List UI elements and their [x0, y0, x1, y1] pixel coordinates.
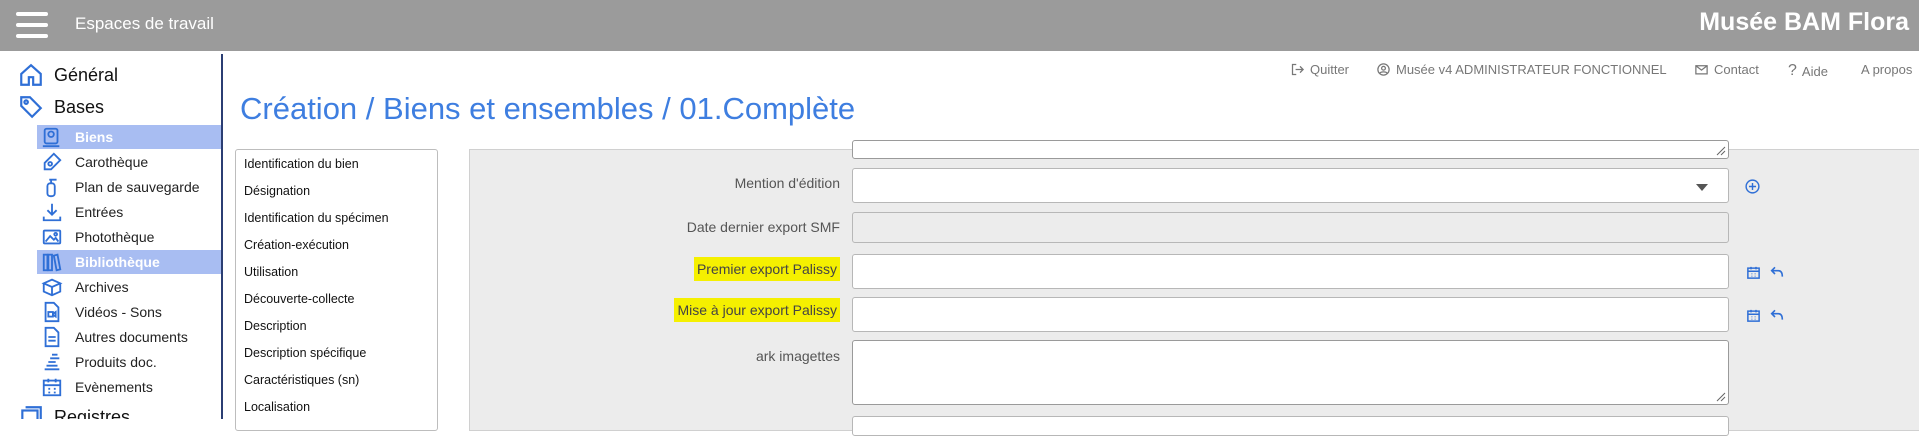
- maj-export-label: Mise à jour export Palissy: [674, 298, 840, 322]
- image-icon: [42, 229, 62, 245]
- mention-edition-select[interactable]: [852, 168, 1729, 203]
- undo-icon[interactable]: [1768, 307, 1786, 323]
- workspaces-link[interactable]: Espaces de travail: [75, 14, 214, 34]
- logout-icon: [1291, 63, 1305, 76]
- help-link[interactable]: ? Aide: [1788, 62, 1828, 80]
- sidebar-item-label: Carothèque: [75, 154, 149, 170]
- next-field[interactable]: [852, 416, 1729, 436]
- person-badge-icon: [42, 127, 60, 148]
- about-label: A propos: [1861, 62, 1913, 77]
- document-icon: [44, 326, 60, 348]
- sidebar-item-label: Plan de sauvegarde: [75, 179, 200, 195]
- date-export-smf-label: Date dernier export SMF: [686, 219, 840, 235]
- download-icon: [42, 203, 62, 222]
- resize-handle-icon[interactable]: [1714, 390, 1726, 402]
- chevron-down-icon: [1696, 184, 1708, 191]
- books-icon: [42, 253, 62, 272]
- sidebar-item-plan-sauvegarde[interactable]: Plan de sauvegarde: [37, 175, 221, 199]
- tab-designation[interactable]: Désignation: [244, 184, 310, 198]
- undo-icon[interactable]: [1768, 264, 1786, 280]
- registers-icon: [21, 406, 42, 419]
- maj-export-input[interactable]: [852, 297, 1729, 332]
- tab-localisation[interactable]: Localisation: [244, 400, 310, 414]
- calendar-icon: [42, 378, 62, 397]
- mention-edition-label: Mention d'édition: [734, 175, 840, 191]
- previous-textarea[interactable]: [852, 140, 1729, 159]
- sidebar-item-produits-doc[interactable]: Produits doc.: [37, 350, 221, 374]
- sidebar-item-autres-documents[interactable]: Autres documents: [37, 325, 221, 349]
- sidebar-item-label: Bibliothèque: [75, 254, 160, 270]
- question-icon: ?: [1788, 62, 1797, 79]
- premier-export-input[interactable]: [852, 254, 1729, 289]
- sidebar-item-label: Entrées: [75, 204, 124, 220]
- sidebar-item-label: Biens: [75, 129, 114, 145]
- sidebar-item-label: Archives: [75, 279, 129, 295]
- resize-handle-icon[interactable]: [1714, 144, 1726, 156]
- ark-imagettes-textarea[interactable]: [852, 340, 1729, 405]
- tag-icon: [20, 96, 43, 119]
- sidebar-item-phototheque[interactable]: Photothèque: [37, 225, 221, 249]
- open-box-icon: [41, 278, 63, 297]
- sidebar-item-label: Autres documents: [75, 329, 188, 345]
- sidebar-general-label: Général: [54, 64, 119, 85]
- sidebar-registres[interactable]: Registres: [18, 402, 130, 419]
- sidebar-registres-label: Registres: [54, 406, 131, 420]
- tab-creation-execution[interactable]: Création-exécution: [244, 238, 349, 252]
- home-icon: [20, 63, 42, 86]
- tab-decouverte-collecte[interactable]: Découverte-collecte: [244, 292, 354, 306]
- section-tabs: Identification du bien Désignation Ident…: [235, 149, 438, 431]
- add-circle-icon[interactable]: [1744, 178, 1761, 195]
- quit-label: Quitter: [1310, 62, 1350, 77]
- contact-label: Contact: [1714, 62, 1759, 77]
- sidebar-item-archives[interactable]: Archives: [37, 275, 221, 299]
- sidebar-item-label: Evènements: [75, 379, 153, 395]
- premier-export-label: Premier export Palissy: [693, 257, 840, 281]
- pen-nib-icon: [43, 152, 62, 171]
- tab-identification-specimen[interactable]: Identification du spécimen: [244, 211, 389, 225]
- top-bar: Espaces de travail Musée BAM Flora: [0, 0, 1919, 51]
- contact-link[interactable]: Contact: [1694, 62, 1759, 77]
- sidebar-general[interactable]: Général: [18, 60, 118, 90]
- quit-link[interactable]: Quitter: [1290, 62, 1349, 77]
- user-circle-icon: [1377, 63, 1390, 76]
- extinguisher-icon: [46, 178, 57, 198]
- tab-description[interactable]: Description: [244, 319, 307, 333]
- date-export-smf-field: [852, 212, 1729, 243]
- help-label: Aide: [1801, 63, 1828, 79]
- sidebar-item-label: Vidéos - Sons: [75, 304, 162, 320]
- tab-utilisation[interactable]: Utilisation: [244, 265, 298, 279]
- user-link[interactable]: Musée v4 ADMINISTRATEUR FONCTIONNEL: [1376, 62, 1667, 77]
- calendar-icon[interactable]: [1746, 308, 1761, 323]
- sidebar: Général Bases Biens Carothèque Plan de s…: [4, 54, 223, 419]
- sidebar-bases-label: Bases: [54, 96, 105, 117]
- app-title: Musée BAM Flora: [1699, 8, 1909, 36]
- stack-icon: [44, 353, 60, 371]
- page-title: Création / Biens et ensembles / 01.Compl…: [240, 91, 856, 126]
- form-panel: Mention d'édition Date dernier export SM…: [469, 140, 1919, 436]
- sidebar-item-label: Photothèque: [75, 229, 155, 245]
- sidebar-item-carotheque[interactable]: Carothèque: [37, 150, 221, 174]
- menu-icon[interactable]: [14, 10, 52, 40]
- sidebar-item-label: Produits doc.: [75, 354, 157, 370]
- about-link[interactable]: A propos: [1861, 62, 1912, 77]
- sidebar-item-bibliotheque[interactable]: Bibliothèque: [37, 250, 221, 274]
- calendar-icon[interactable]: [1746, 265, 1761, 280]
- video-file-icon: [44, 301, 60, 323]
- tab-caracteristiques[interactable]: Caractéristiques (sn): [244, 373, 359, 387]
- ark-imagettes-label: ark imagettes: [755, 348, 840, 364]
- sidebar-item-videos-sons[interactable]: Vidéos - Sons: [37, 300, 221, 324]
- envelope-icon: [1695, 65, 1708, 75]
- sidebar-item-entrees[interactable]: Entrées: [37, 200, 221, 224]
- sidebar-bases[interactable]: Bases: [18, 92, 104, 122]
- sidebar-item-biens[interactable]: Biens: [37, 125, 221, 149]
- tab-description-specifique[interactable]: Description spécifique: [244, 346, 366, 360]
- sidebar-item-evenements[interactable]: Evènements: [37, 375, 221, 399]
- tab-identification-bien[interactable]: Identification du bien: [244, 157, 359, 171]
- user-label: Musée v4 ADMINISTRATEUR FONCTIONNEL: [1396, 62, 1667, 77]
